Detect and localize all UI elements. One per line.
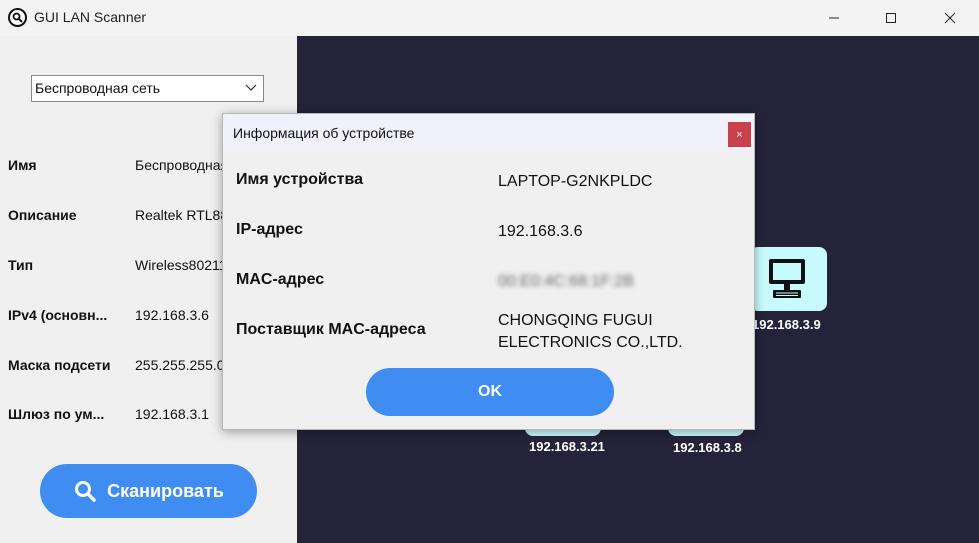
chevron-down-icon <box>245 84 257 91</box>
dialog-title: Информация об устройстве <box>233 125 415 141</box>
adapter-select-value: Беспроводная сеть <box>35 80 161 96</box>
scan-button[interactable]: Сканировать <box>40 464 257 518</box>
adapter-info-value: 192.168.3.6 <box>135 307 209 323</box>
title-bar: GUI LAN Scanner <box>0 0 979 36</box>
maximize-button[interactable] <box>868 0 914 36</box>
close-icon <box>944 12 956 24</box>
device-ip: 192.168.3.8 <box>673 440 742 455</box>
device-ip: 192.168.3.9 <box>752 317 821 332</box>
adapter-info-label: Тип <box>8 257 34 273</box>
mac-address-value: 00:E0:4C:68:1F:2B <box>498 273 635 290</box>
monitor-icon <box>769 259 805 298</box>
adapter-info-label: Имя <box>8 157 37 173</box>
mac-vendor-value-line1: CHONGQING FUGUI <box>498 312 653 329</box>
minimize-icon <box>829 17 839 19</box>
scan-button-label: Сканировать <box>107 480 224 501</box>
search-icon <box>75 481 96 502</box>
adapter-info-label: Шлюз по ум... <box>8 406 105 422</box>
adapter-info-value: 255.255.255.0 <box>135 357 225 373</box>
close-icon: × <box>736 128 743 141</box>
adapter-info-value: Беспроводная <box>135 157 229 173</box>
mac-vendor-value-line2: ELECTRONICS CO.,LTD. <box>498 334 683 351</box>
maximize-icon <box>886 13 896 23</box>
adapter-info-value: 192.168.3.1 <box>135 406 209 422</box>
device-info-dialog: Информация об устройстве × Имя устройств… <box>222 113 755 430</box>
mac-vendor-label: Поставщик MAC-адреса <box>236 321 426 338</box>
minimize-button[interactable] <box>811 0 857 36</box>
ok-button[interactable]: OK <box>366 368 614 416</box>
dialog-close-button[interactable]: × <box>728 122 751 147</box>
device-name-value: LAPTOP-G2NKPLDC <box>498 173 653 190</box>
device-name-label: Имя устройства <box>236 171 363 188</box>
ip-address-value: 192.168.3.6 <box>498 223 583 240</box>
adapter-info-label: Описание <box>8 207 77 223</box>
device-card[interactable] <box>750 247 827 311</box>
device-ip: 192.168.3.21 <box>529 439 605 454</box>
adapter-info-value: Realtek RTL88 <box>135 207 229 223</box>
window-title: GUI LAN Scanner <box>34 9 147 25</box>
adapter-info-label: IPv4 (основн... <box>8 307 108 323</box>
adapter-select[interactable]: Беспроводная сеть <box>31 75 264 102</box>
dialog-title-bar: Информация об устройстве × <box>223 114 754 151</box>
ok-button-label: OK <box>478 383 502 400</box>
adapter-info-value: Wireless80211 <box>135 257 227 273</box>
close-window-button[interactable] <box>927 0 973 36</box>
ip-address-label: IP-адрес <box>236 221 303 238</box>
adapter-info-label: Маска подсети <box>8 357 111 373</box>
mac-address-label: MAC-адрес <box>236 271 325 288</box>
magnifier-app-icon <box>8 8 27 27</box>
